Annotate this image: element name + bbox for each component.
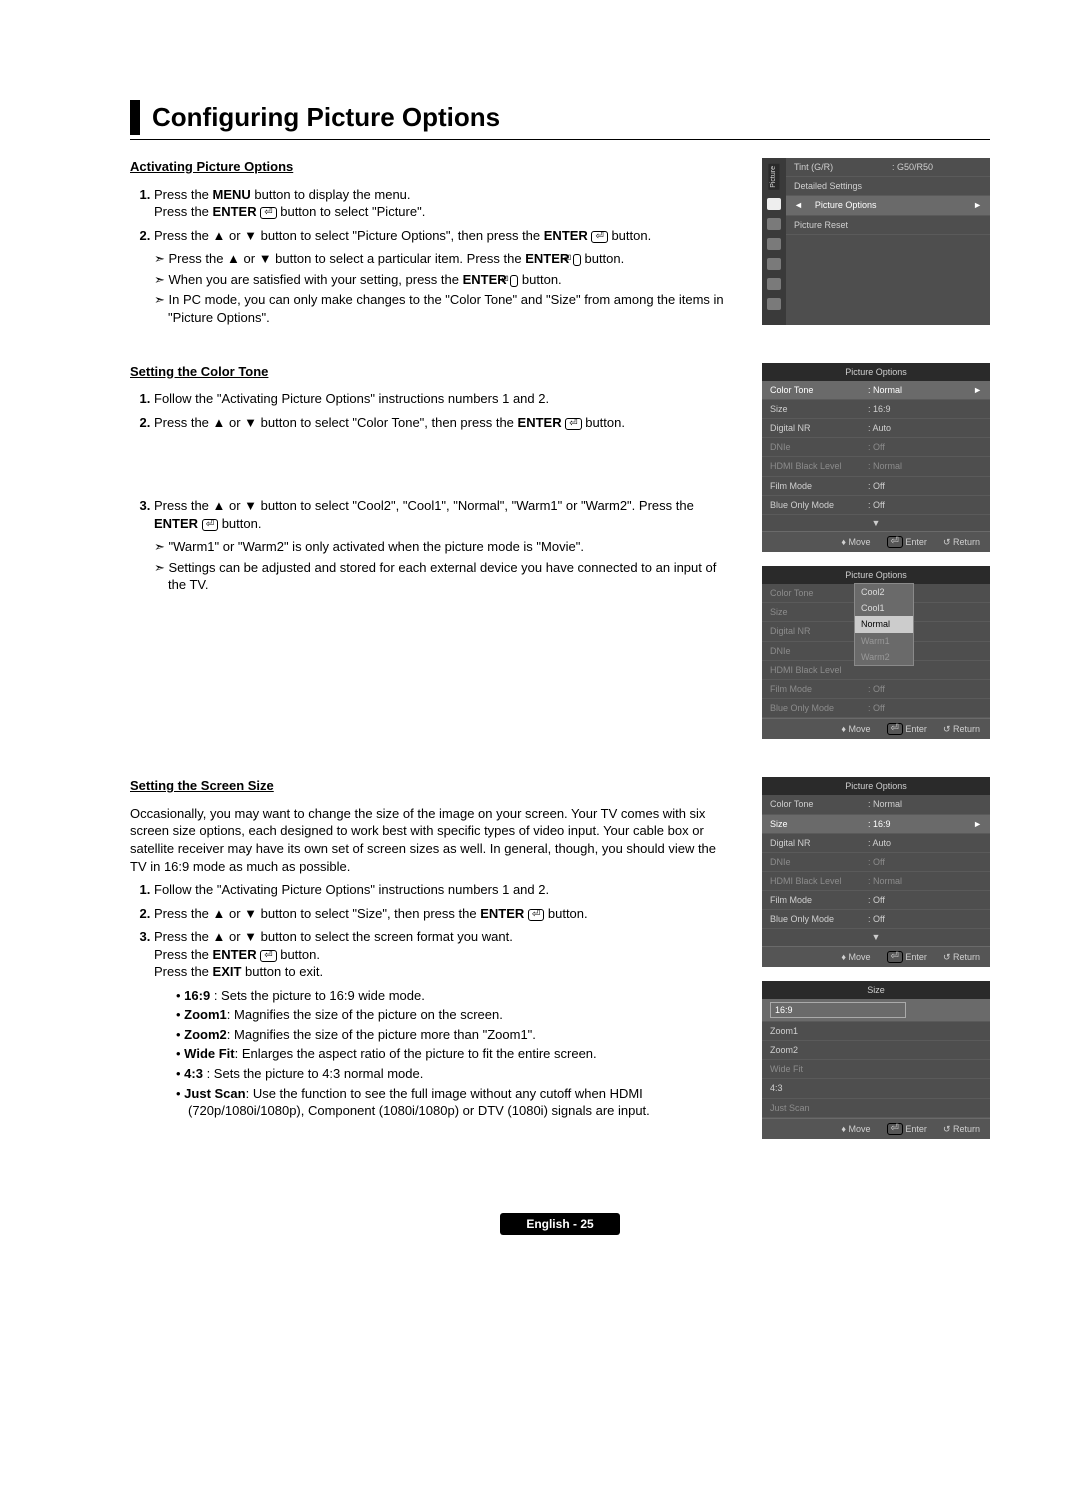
- enter-icon: ⏎: [565, 418, 581, 430]
- dropdown-item: Warm2: [855, 649, 913, 665]
- osd-row: 4:3: [762, 1079, 990, 1098]
- enter-icon: ⏎: [591, 231, 607, 243]
- osd-row: Film Mode: Off: [762, 680, 990, 699]
- tab-icon: [767, 278, 781, 290]
- enter-icon: ⏎: [260, 950, 276, 962]
- intro-size: Occasionally, you may want to change the…: [130, 805, 730, 875]
- foot-enter: ⏎ Enter: [887, 536, 927, 548]
- note: Settings can be adjusted and stored for …: [154, 559, 730, 594]
- osd-row: Just Scan: [762, 1099, 990, 1118]
- osd-size: Size 16:9Zoom1Zoom2Wide Fit4:3Just Scan …: [762, 981, 990, 1139]
- enter-icon: ⏎: [528, 909, 544, 921]
- enter-icon: ⏎: [573, 254, 581, 266]
- size-bullet-list: 16:9 : Sets the picture to 16:9 wide mod…: [176, 987, 730, 1120]
- note: When you are satisfied with your setting…: [154, 271, 730, 289]
- osd-row: Blue Only Mode: Off: [762, 699, 990, 718]
- tab-picture: Picture: [768, 164, 779, 190]
- dropdown-item: Cool1: [855, 600, 913, 616]
- osd-row: Color Tone: Normal►: [762, 381, 990, 400]
- tab-icon: [767, 218, 781, 230]
- note: Press the ▲ or ▼ button to select a part…: [154, 250, 730, 268]
- foot-return: ↺ Return: [943, 536, 980, 548]
- size-bullet: Wide Fit: Enlarges the aspect ratio of t…: [176, 1045, 730, 1063]
- osd-row: Zoom1: [762, 1022, 990, 1041]
- osd-row: Zoom2: [762, 1041, 990, 1060]
- enter-icon: ⏎: [202, 519, 218, 531]
- tab-icon: [767, 258, 781, 270]
- steps-colortone-3: Press the ▲ or ▼ button to select "Cool2…: [130, 497, 730, 532]
- steps-size: Follow the "Activating Picture Options" …: [130, 881, 730, 981]
- page-title: Configuring Picture Options: [130, 100, 990, 135]
- dropdown-item: Cool2: [855, 584, 913, 600]
- tab-icon: [767, 198, 781, 210]
- dropdown-item: Normal: [855, 616, 913, 632]
- size-bullet: Zoom2: Magnifies the size of the picture…: [176, 1026, 730, 1044]
- osd-row: Size: 16:9►: [762, 815, 990, 834]
- tab-icon: [767, 298, 781, 310]
- note: In PC mode, you can only make changes to…: [154, 291, 730, 326]
- osd-row: Film Mode: Off: [762, 477, 990, 496]
- size-bullet: 4:3 : Sets the picture to 4:3 normal mod…: [176, 1065, 730, 1083]
- page-footer: English - 25: [500, 1213, 620, 1235]
- dropdown-colortone: Cool2Cool1NormalWarm1Warm2: [854, 583, 914, 666]
- osd-row: Digital NR: Auto: [762, 834, 990, 853]
- osd-row: 16:9: [762, 999, 990, 1022]
- osd-row: Digital NR: Auto: [762, 419, 990, 438]
- osd-row: Film Mode: Off: [762, 891, 990, 910]
- rule: [130, 139, 990, 140]
- osd-picture-options-3: Picture Options Color Tone: NormalSize: …: [762, 777, 990, 966]
- osd-picture-menu: Picture Tint (G/R): G50/R50 Detailed Set…: [762, 158, 990, 325]
- subhead-colortone: Setting the Color Tone: [130, 363, 730, 381]
- size-bullet: 16:9 : Sets the picture to 16:9 wide mod…: [176, 987, 730, 1005]
- osd-picture-options-2: Picture Options Color ToneSizeDigital NR…: [762, 566, 990, 739]
- osd-row: Wide Fit: [762, 1060, 990, 1079]
- note: "Warm1" or "Warm2" is only activated whe…: [154, 538, 730, 556]
- steps-activating: Press the MENU button to display the men…: [130, 186, 730, 245]
- size-bullet: Just Scan: Use the function to see the f…: [176, 1085, 730, 1120]
- subhead-size: Setting the Screen Size: [130, 777, 730, 795]
- osd-row: Color Tone: Normal: [762, 795, 990, 814]
- osd-row: DNIe: Off: [762, 853, 990, 872]
- osd-picture-options-1: Picture Options Color Tone: Normal►Size:…: [762, 363, 990, 552]
- dropdown-item: Warm1: [855, 633, 913, 649]
- tab-icon: [767, 238, 781, 250]
- osd-row: HDMI Black Level: Normal: [762, 457, 990, 476]
- subhead-activating: Activating Picture Options: [130, 158, 730, 176]
- osd-row: HDMI Black Level: Normal: [762, 872, 990, 891]
- size-bullet: Zoom1: Magnifies the size of the picture…: [176, 1006, 730, 1024]
- steps-colortone: Follow the "Activating Picture Options" …: [130, 390, 730, 431]
- osd-row: Size: 16:9: [762, 400, 990, 419]
- osd-row: DNIe: Off: [762, 438, 990, 457]
- foot-move: ♦ Move: [841, 536, 870, 548]
- osd-row: Blue Only Mode: Off: [762, 496, 990, 515]
- osd-row: Blue Only Mode: Off: [762, 910, 990, 929]
- enter-icon: ⏎: [260, 207, 276, 219]
